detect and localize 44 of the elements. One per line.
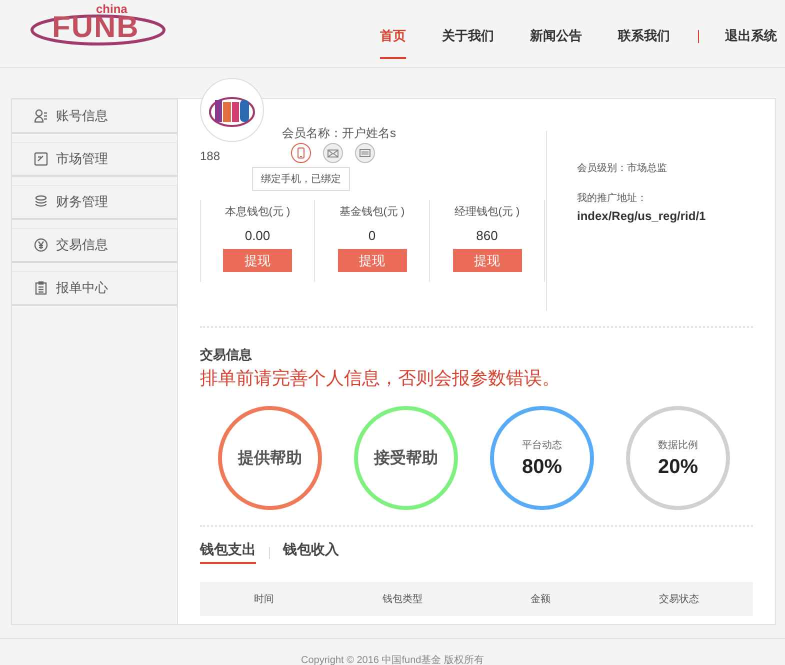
phone-icon[interactable] — [291, 143, 311, 163]
member-id: 188 — [200, 149, 222, 163]
column-header: 金额 — [530, 592, 551, 606]
tab[interactable]: 钱包收入 — [283, 541, 339, 564]
promo-url: index/Reg/us_reg/rid/1 — [577, 209, 707, 223]
stat-circle: 平台动态 80% — [490, 406, 594, 510]
nav-link[interactable]: 首页 — [380, 27, 406, 59]
nav-link[interactable]: 退出系统 — [725, 27, 777, 59]
wallet-label: 基金钱包(元 ) — [339, 205, 405, 219]
wallet-amount: 0.00 — [244, 228, 270, 243]
nav-link[interactable]: 新闻公告 — [530, 27, 582, 59]
sidebar-item[interactable]: 账号信息 — [12, 99, 177, 134]
id-card-icon[interactable] — [355, 143, 375, 163]
user-icon — [34, 109, 48, 123]
member-level: 会员级别：市场总监 — [577, 162, 668, 175]
wallet-amount: 0 — [368, 228, 376, 243]
yen-icon — [34, 238, 48, 252]
column-header: 时间 — [254, 592, 274, 606]
wallet-label: 本息钱包(元 ) — [224, 205, 290, 219]
tooltip: 绑定手机，已绑定 — [252, 167, 350, 191]
logo: china FUNB — [28, 4, 168, 48]
wallet-label: 经理钱包(元 ) — [454, 205, 520, 219]
nav-link[interactable]: 联系我们 — [618, 27, 670, 59]
action-circle[interactable]: 提供帮助 — [218, 406, 322, 510]
tab[interactable]: 钱包支出 — [200, 541, 256, 564]
edit-icon — [34, 152, 48, 166]
sidebar-item[interactable]: 财务管理 — [12, 185, 177, 220]
nav-link[interactable]: 关于我们 — [442, 27, 494, 59]
section-title: 交易信息 — [200, 346, 253, 364]
sidebar-item[interactable]: 报单中心 — [12, 271, 177, 306]
coins-icon — [34, 195, 48, 209]
column-header: 钱包类型 — [382, 592, 422, 606]
sidebar-item[interactable]: 交易信息 — [12, 228, 177, 263]
column-header: 交易状态 — [658, 592, 699, 606]
stat-circle: 数据比例 20% — [626, 406, 730, 510]
clipboard-icon — [34, 281, 48, 295]
member-name: 会员名称：开户姓名s — [282, 125, 396, 142]
copyright-text: Copyright © 2016 中国fund基金 版权所有 — [301, 654, 484, 665]
mail-icon[interactable] — [323, 143, 343, 163]
promo-label: 我的推广地址： — [577, 192, 648, 205]
warning-text: 排单前请完善个人信息，否则会报参数错误。 — [200, 367, 561, 390]
wallet-amount: 860 — [476, 228, 498, 243]
action-circle[interactable]: 接受帮助 — [354, 406, 458, 510]
sidebar-item[interactable]: 市场管理 — [12, 142, 177, 177]
